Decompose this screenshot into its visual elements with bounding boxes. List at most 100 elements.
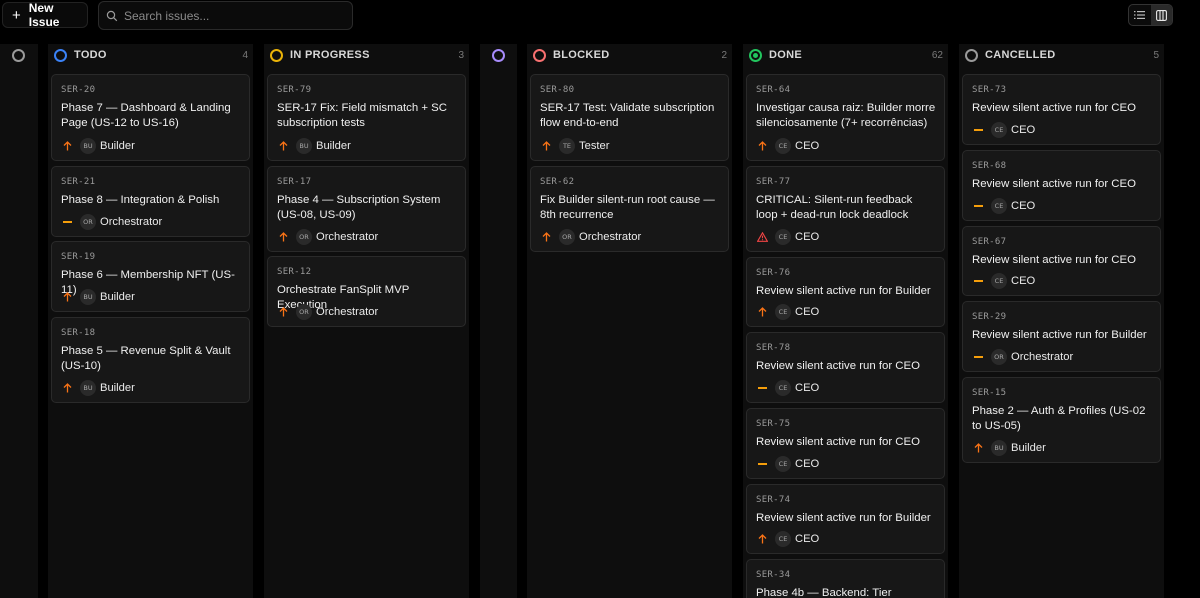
issue-id: SER-73 xyxy=(972,85,1007,95)
column-title: IN PROGRESS xyxy=(290,49,370,61)
issue-id: SER-68 xyxy=(972,161,1007,171)
issue-title: Phase 4 — Subscription System (US-08, US… xyxy=(277,194,441,222)
dash-icon xyxy=(972,280,984,282)
column-header-blocked[interactable]: BLOCKED 2 xyxy=(533,48,727,62)
issue-meta: CE CEO xyxy=(972,122,1035,138)
issue-id: SER-15 xyxy=(972,388,1007,398)
assignee-name: CEO xyxy=(1011,275,1036,287)
arrow-up-icon xyxy=(61,141,73,151)
issue-meta: BU Builder xyxy=(61,380,135,396)
arrow-up-icon xyxy=(61,383,73,393)
new-issue-label: New Issue xyxy=(28,1,60,29)
issue-card[interactable]: SER-29 Review silent active run for Build… xyxy=(962,301,1161,372)
dash-icon xyxy=(972,356,984,358)
assignee-avatar: BU xyxy=(991,440,1007,456)
issue-card[interactable]: SER-64 Investigar causa raiz: Builder mor… xyxy=(746,74,945,161)
issue-meta: OR Orchestrator xyxy=(972,349,1073,365)
assignee-avatar: OR xyxy=(991,349,1007,365)
issue-title: Phase 5 — Revenue Split & Vault (US-10) xyxy=(61,345,231,373)
assignee-name: CEO xyxy=(795,458,820,470)
assignee-name: Builder xyxy=(100,382,135,394)
column-review xyxy=(480,44,517,598)
issue-title: SER-17 Fix: Field mismatch + SC subscrip… xyxy=(277,102,447,130)
issue-id: SER-17 xyxy=(277,177,312,187)
issue-card[interactable]: SER-79 SER-17 Fix: Field mismatch + SC su… xyxy=(267,74,466,161)
new-issue-button[interactable]: + New Issue xyxy=(2,1,88,29)
search-input[interactable] xyxy=(124,8,344,23)
issue-meta: CE CEO xyxy=(972,273,1035,289)
warning-triangle-icon xyxy=(756,232,768,242)
assignee-avatar: OR xyxy=(559,229,575,245)
assignee-name: CEO xyxy=(1011,200,1036,212)
arrow-up-icon xyxy=(61,292,73,302)
assignee-avatar: CE xyxy=(775,138,791,154)
column-title: CANCELLED xyxy=(985,49,1056,61)
assignee-name: Orchestrator xyxy=(1011,351,1074,363)
arrow-up-icon xyxy=(756,307,768,317)
issue-card[interactable]: SER-68 Review silent active run for CEO CE… xyxy=(962,150,1161,221)
issue-card[interactable]: SER-76 Review silent active run for Build… xyxy=(746,257,945,327)
issue-card[interactable]: SER-67 Review silent active run for CEO CE… xyxy=(962,226,1161,296)
assignee-avatar: CE xyxy=(775,304,791,320)
column-header-in-progress[interactable]: IN PROGRESS 3 xyxy=(270,48,464,62)
status-circle-icon xyxy=(12,48,25,62)
arrow-up-icon xyxy=(540,232,552,242)
list-view-button[interactable] xyxy=(1129,5,1151,25)
issue-title: Review silent active run for CEO xyxy=(972,102,1136,114)
issue-id: SER-12 xyxy=(277,267,312,277)
issue-card[interactable]: SER-15 Phase 2 — Auth & Profiles (US-02 t… xyxy=(962,377,1161,463)
search-box[interactable] xyxy=(98,1,353,30)
issue-card[interactable]: SER-12Orchestrate FanSplit MVP Execution… xyxy=(267,256,466,327)
issue-meta: OR Orchestrator xyxy=(277,304,378,320)
issue-card[interactable]: SER-73 Review silent active run for CEO CE… xyxy=(962,74,1161,145)
status-circle-icon xyxy=(270,48,283,62)
assignee-name: Orchestrator xyxy=(579,231,642,243)
column-header-todo[interactable]: TODO 4 xyxy=(54,48,248,62)
issue-card[interactable]: SER-77 CRITICAL: Silent-run feedback loop… xyxy=(746,166,945,252)
issue-title: Review silent active run for Builder xyxy=(972,329,1147,341)
assignee-name: Builder xyxy=(100,291,135,303)
issue-id: SER-80 xyxy=(540,85,575,95)
issue-card[interactable]: SER-34 Phase 4b — Backend: Tier xyxy=(746,559,945,598)
column-header-cancelled[interactable]: CANCELLED 5 xyxy=(965,48,1159,62)
assignee-name: CEO xyxy=(795,306,820,318)
column-header-review[interactable] xyxy=(492,48,512,62)
issue-card[interactable]: SER-18 Phase 5 — Revenue Split & Vault (U… xyxy=(51,317,250,403)
issue-card[interactable]: SER-20 Phase 7 — Dashboard & Landing Page… xyxy=(51,74,250,161)
issue-meta: CE CEO xyxy=(756,229,819,245)
issue-card[interactable]: SER-75 Review silent active run for CEO CE… xyxy=(746,408,945,479)
search-icon xyxy=(106,10,118,21)
issue-id: SER-62 xyxy=(540,177,575,187)
column-backlog xyxy=(0,44,38,598)
plus-icon: + xyxy=(12,6,21,24)
assignee-name: Tester xyxy=(579,140,610,152)
dash-icon xyxy=(972,205,984,207)
issue-title: Review silent active run for CEO xyxy=(756,436,920,448)
issue-meta: BU Builder xyxy=(277,138,351,154)
issue-meta: CE CEO xyxy=(756,380,819,396)
issue-title: Review silent active run for CEO xyxy=(972,254,1136,266)
assignee-avatar: OR xyxy=(296,229,312,245)
assignee-avatar: CE xyxy=(991,273,1007,289)
issue-card[interactable]: SER-80 SER-17 Test: Validate subscription… xyxy=(530,74,729,161)
dash-icon xyxy=(756,463,768,465)
issue-meta: CE CEO xyxy=(756,304,819,320)
issue-card[interactable]: SER-78 Review silent active run for CEO CE… xyxy=(746,332,945,403)
issue-id: SER-18 xyxy=(61,328,96,338)
assignee-avatar: CE xyxy=(991,122,1007,138)
board-view-button[interactable] xyxy=(1150,5,1172,25)
issue-card[interactable]: SER-74 Review silent active run for Build… xyxy=(746,484,945,554)
dash-icon xyxy=(972,129,984,131)
issue-meta: CE CEO xyxy=(756,456,819,472)
issue-id: SER-78 xyxy=(756,343,791,353)
issue-card[interactable]: SER-62 Fix Builder silent-run root cause … xyxy=(530,166,729,252)
issue-title: Review silent active run for CEO xyxy=(756,360,920,372)
issue-id: SER-77 xyxy=(756,177,791,187)
column-header-backlog[interactable] xyxy=(12,48,32,62)
column-header-done[interactable]: DONE 62 xyxy=(749,48,943,62)
issue-card[interactable]: SER-21 Phase 8 — Integration & Polish OR Or… xyxy=(51,166,250,237)
dash-icon xyxy=(61,221,73,223)
issue-card[interactable]: SER-19 Phase 6 — Membership NFT (US-11) BU… xyxy=(51,241,250,312)
status-circle-icon xyxy=(533,48,546,62)
issue-card[interactable]: SER-17 Phase 4 — Subscription System (US-… xyxy=(267,166,466,252)
